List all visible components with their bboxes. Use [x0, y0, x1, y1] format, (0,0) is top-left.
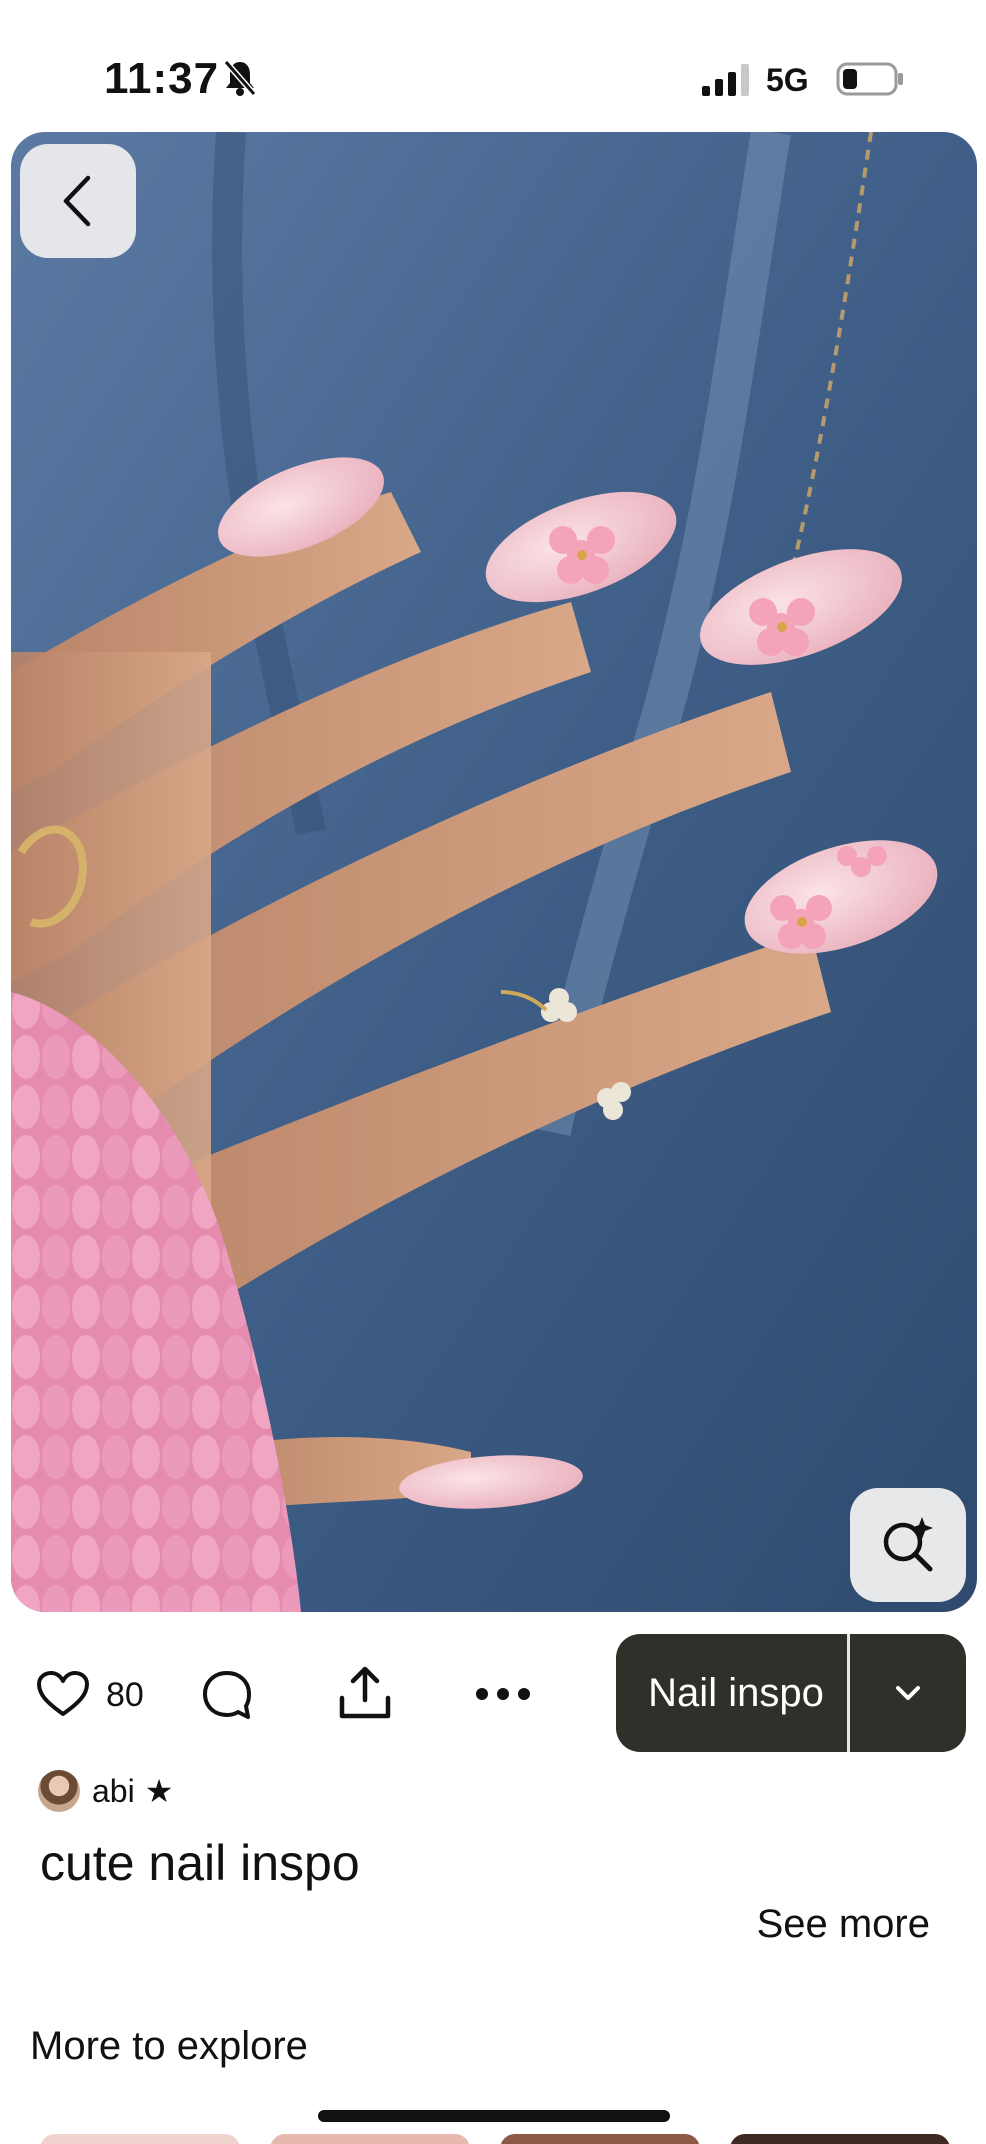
- signal-icon: [702, 64, 749, 96]
- pin-image[interactable]: [11, 132, 977, 1612]
- bell-muted-icon: [223, 60, 257, 96]
- battery-icon: [836, 62, 903, 96]
- visual-search-button[interactable]: [850, 1488, 966, 1602]
- status-bar: 11:37 5G: [0, 0, 986, 130]
- board-save-group: Nail inspo: [616, 1634, 966, 1752]
- board-dropdown-button[interactable]: [850, 1634, 966, 1752]
- chevron-down-icon: [896, 1686, 920, 1700]
- author-name[interactable]: abi: [92, 1773, 135, 1810]
- share-icon[interactable]: [336, 1664, 394, 1722]
- status-time: 11:37: [104, 54, 220, 103]
- more-to-explore-heading: More to explore: [30, 2024, 308, 2068]
- explore-thumbnail[interactable]: [500, 2134, 700, 2144]
- see-more-link[interactable]: See more: [757, 1902, 930, 1947]
- board-select-button[interactable]: Nail inspo: [616, 1634, 846, 1752]
- home-indicator[interactable]: [318, 2110, 670, 2122]
- action-bar: 80 Nail inspo: [0, 1630, 986, 1754]
- pin-detail-screen: 11:37 5G 80 Nail inspo abi ★ cute nail i…: [0, 0, 986, 2144]
- like-count: 80: [106, 1676, 144, 1714]
- avatar[interactable]: [38, 1770, 80, 1812]
- nail-photo: [11, 132, 977, 1612]
- board-label: Nail inspo: [648, 1670, 824, 1715]
- explore-thumbnail[interactable]: [270, 2134, 470, 2144]
- comment-icon[interactable]: [200, 1668, 254, 1722]
- heart-icon[interactable]: [36, 1670, 90, 1718]
- explore-thumbnail[interactable]: [730, 2134, 950, 2144]
- star-icon: ★: [144, 1773, 174, 1809]
- pin-author[interactable]: abi ★: [38, 1770, 173, 1812]
- explore-thumbnail[interactable]: [40, 2134, 240, 2144]
- back-arrow-icon: [63, 175, 91, 227]
- visual-search-icon: [883, 1517, 933, 1572]
- more-icon[interactable]: [474, 1684, 532, 1704]
- pin-title: cute nail inspo: [40, 1835, 360, 1891]
- back-button[interactable]: [20, 144, 136, 258]
- network-type: 5G: [766, 62, 809, 98]
